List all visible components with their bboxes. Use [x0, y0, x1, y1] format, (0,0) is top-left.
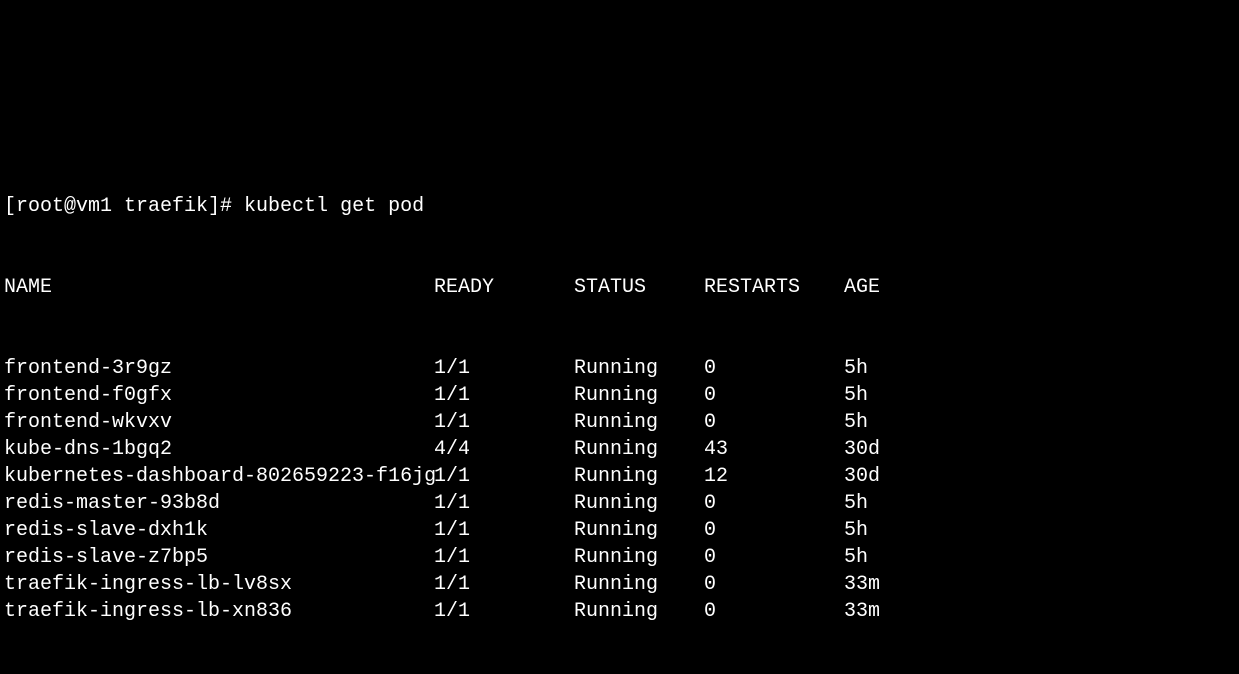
pod-restarts: 0: [704, 355, 844, 382]
pod-age: 33m: [844, 571, 880, 598]
pod-age: 33m: [844, 598, 880, 625]
pod-age: 5h: [844, 490, 868, 517]
pod-age: 30d: [844, 463, 880, 490]
col-status: STATUS: [574, 274, 704, 301]
pod-header-row: NAMEREADYSTATUSRESTARTSAGE: [4, 274, 1235, 301]
pod-status: Running: [574, 463, 704, 490]
pod-name: frontend-3r9gz: [4, 355, 434, 382]
pod-ready: 1/1: [434, 409, 574, 436]
pod-ready: 1/1: [434, 382, 574, 409]
prompt-line-1: [root@vm1 traefik]# kubectl get pod: [4, 193, 1235, 220]
col-age: AGE: [844, 274, 880, 301]
pod-status: Running: [574, 382, 704, 409]
pod-name: kubernetes-dashboard-802659223-f16jg: [4, 463, 434, 490]
table-row: redis-slave-dxh1k1/1Running05h: [4, 517, 1235, 544]
pod-restarts: 0: [704, 490, 844, 517]
col-restarts: RESTARTS: [704, 274, 844, 301]
pod-ready: 1/1: [434, 517, 574, 544]
table-row: traefik-ingress-lb-lv8sx1/1Running033m: [4, 571, 1235, 598]
pod-name: redis-slave-dxh1k: [4, 517, 434, 544]
pod-name: frontend-wkvxv: [4, 409, 434, 436]
pod-restarts: 43: [704, 436, 844, 463]
pod-ready: 1/1: [434, 571, 574, 598]
col-name: NAME: [4, 274, 434, 301]
table-row: kube-dns-1bgq24/4Running4330d: [4, 436, 1235, 463]
pod-name: frontend-f0gfx: [4, 382, 434, 409]
pod-age: 30d: [844, 436, 880, 463]
pod-status: Running: [574, 544, 704, 571]
pod-age: 5h: [844, 517, 868, 544]
pod-restarts: 0: [704, 571, 844, 598]
pod-name: kube-dns-1bgq2: [4, 436, 434, 463]
pod-name: traefik-ingress-lb-lv8sx: [4, 571, 434, 598]
pod-ready: 1/1: [434, 544, 574, 571]
pod-status: Running: [574, 517, 704, 544]
table-row: traefik-ingress-lb-xn8361/1Running033m: [4, 598, 1235, 625]
pod-status: Running: [574, 355, 704, 382]
table-row: kubernetes-dashboard-802659223-f16jg1/1R…: [4, 463, 1235, 490]
pod-restarts: 0: [704, 382, 844, 409]
table-row: frontend-3r9gz1/1Running05h: [4, 355, 1235, 382]
pod-name: redis-slave-z7bp5: [4, 544, 434, 571]
pod-ready: 1/1: [434, 598, 574, 625]
pod-status: Running: [574, 409, 704, 436]
pod-ready: 4/4: [434, 436, 574, 463]
table-row: frontend-wkvxv1/1Running05h: [4, 409, 1235, 436]
command-text: kubectl get pod: [244, 195, 424, 218]
pod-ready: 1/1: [434, 490, 574, 517]
pod-restarts: 0: [704, 409, 844, 436]
pod-age: 5h: [844, 355, 868, 382]
pod-status: Running: [574, 571, 704, 598]
pod-restarts: 12: [704, 463, 844, 490]
table-row: redis-master-93b8d1/1Running05h: [4, 490, 1235, 517]
table-row: redis-slave-z7bp51/1Running05h: [4, 544, 1235, 571]
pod-name: redis-master-93b8d: [4, 490, 434, 517]
pod-ready: 1/1: [434, 355, 574, 382]
pod-status: Running: [574, 436, 704, 463]
pod-restarts: 0: [704, 544, 844, 571]
pod-ready: 1/1: [434, 463, 574, 490]
pod-age: 5h: [844, 544, 868, 571]
pod-status: Running: [574, 490, 704, 517]
table-row: frontend-f0gfx1/1Running05h: [4, 382, 1235, 409]
pod-restarts: 0: [704, 517, 844, 544]
pod-age: 5h: [844, 382, 868, 409]
shell-prompt: [root@vm1 traefik]#: [4, 195, 244, 218]
pod-status: Running: [574, 598, 704, 625]
col-ready: READY: [434, 274, 574, 301]
pod-name: traefik-ingress-lb-xn836: [4, 598, 434, 625]
pod-restarts: 0: [704, 598, 844, 625]
terminal-output[interactable]: [root@vm1 traefik]# kubectl get pod NAME…: [0, 135, 1239, 674]
pod-age: 5h: [844, 409, 868, 436]
